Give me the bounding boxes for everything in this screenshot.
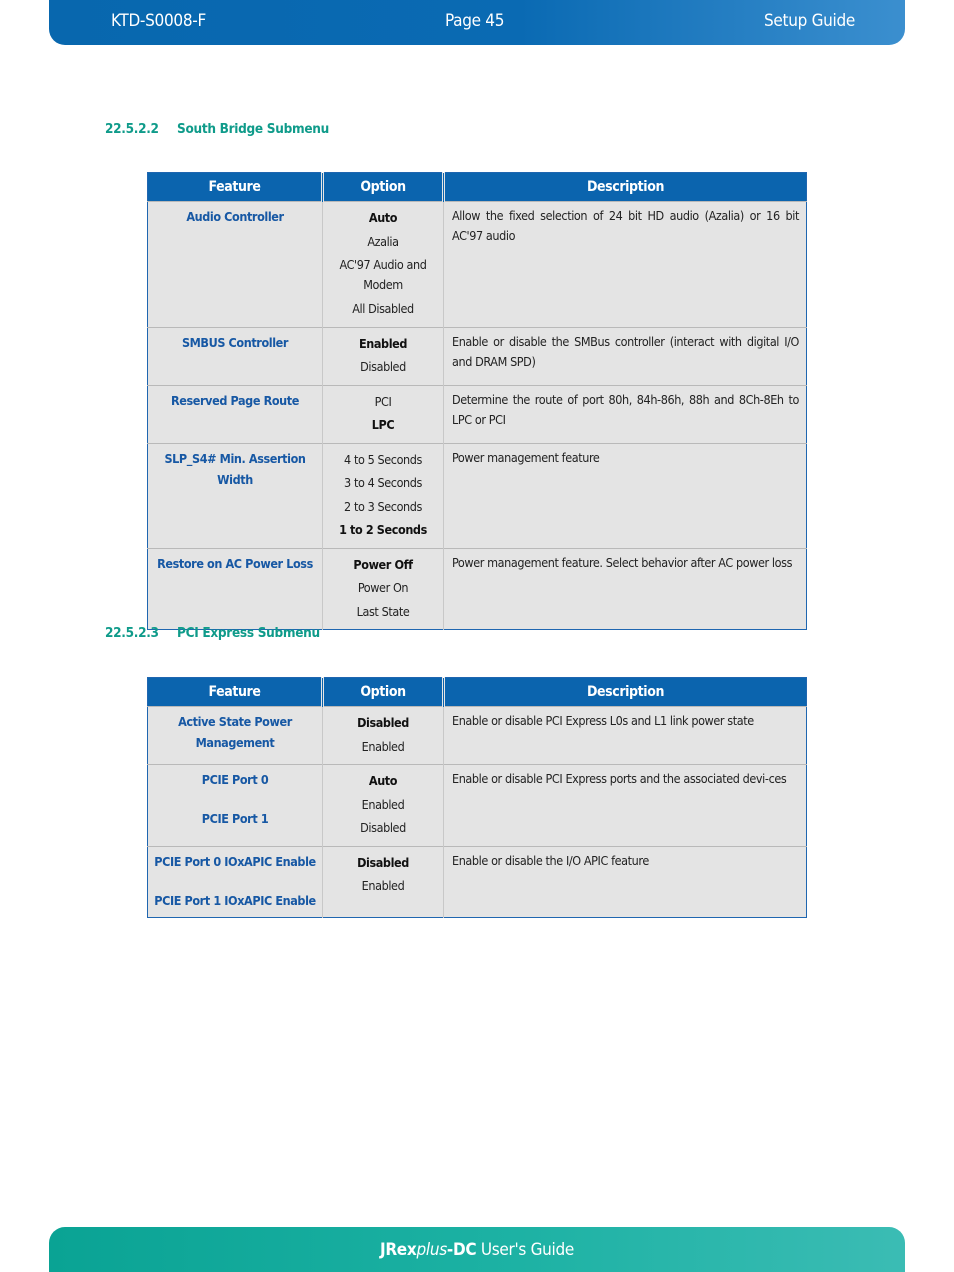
- feature-name: PCIE Port 1: [201, 811, 269, 826]
- option-default: Power Off: [353, 556, 413, 572]
- option-value: 4 to 5 Seconds: [344, 451, 422, 467]
- option-value: Last State: [356, 603, 410, 619]
- section-title: PCI Express Submenu: [177, 625, 320, 641]
- option-default: Disabled: [357, 715, 409, 730]
- description-cell: Enable or disable PCI Express L0s and L1…: [443, 706, 807, 765]
- feature-name: Active State Power Management: [178, 714, 292, 750]
- feature-name: Restore on AC Power Loss: [157, 555, 313, 571]
- option-cell: Enabled Disabled: [322, 326, 444, 385]
- section-heading: 22.5.2.3 PCI Express Submenu: [105, 625, 320, 641]
- feature-name: PCIE Port 0 IOxAPIC Enable: [154, 853, 316, 869]
- table-row: Reserved Page Route PCI LPC Determine the r…: [147, 384, 807, 443]
- description-cell: Enable or disable PCI Express ports and …: [443, 764, 807, 846]
- table-header-row: Feature Option Description: [147, 677, 807, 707]
- section-heading: 22.5.2.2 South Bridge Submenu: [105, 121, 329, 137]
- feature-cell: Reserved Page Route: [147, 384, 323, 443]
- feature-name: Audio Controller: [186, 209, 284, 224]
- feature-name: Reserved Page Route: [171, 392, 299, 408]
- table-row: Restore on AC Power Loss Power Off Power O…: [147, 547, 807, 630]
- option-default: LPC: [371, 417, 395, 432]
- table-row: Audio Controller Auto Azalia AC'97 Audio an…: [147, 201, 807, 327]
- option-value: 3 to 4 Seconds: [344, 475, 422, 490]
- option-cell: Disabled Enabled: [322, 706, 444, 765]
- option-cell: Auto Azalia AC'97 Audio and Modem All Disab…: [322, 201, 444, 327]
- footer-title: JRexplus-DC User's Guide: [379, 1240, 575, 1260]
- feature-cell: PCIE Port 0 PCIE Port 1: [147, 764, 323, 846]
- option-value: Enabled: [361, 796, 405, 812]
- table-row: SMBUS Controller Enabled Disabled Enable or…: [147, 326, 807, 385]
- description-cell: Enable or disable the I/O APIC feature: [443, 845, 807, 917]
- feature-cell: SLP_S4# Min. Assertion Width: [147, 442, 323, 548]
- option-value: Enabled: [361, 738, 405, 754]
- option-default: Auto: [368, 210, 398, 225]
- feature-cell: Active State Power Management: [147, 706, 323, 765]
- option-value: AC'97 Audio and Modem: [339, 257, 427, 292]
- option-value: Enabled: [361, 878, 405, 893]
- option-value: Azalia: [367, 233, 399, 249]
- table-row: PCIE Port 0 IOxAPIC Enable PCIE Port 1 IO…: [147, 845, 807, 917]
- feature-name: SMBUS Controller: [181, 334, 289, 350]
- feature-name: SLP_S4# Min. Assertion Width: [164, 450, 306, 487]
- page-number: Page 45: [445, 11, 505, 31]
- feature-cell: Restore on AC Power Loss: [147, 547, 323, 630]
- header-section: Setup Guide: [763, 11, 855, 31]
- option-default: 1 to 2 Seconds: [339, 522, 427, 537]
- section-number: 22.5.2.2: [105, 121, 159, 137]
- table-row: PCIE Port 0 PCIE Port 1 Auto Enabled Disable…: [147, 764, 807, 846]
- option-value: 2 to 3 Seconds: [344, 498, 422, 514]
- description-cell: Allow the fixed selection of 24 bit HD a…: [443, 201, 807, 327]
- page-header: KTD-S0008-F Page 45 Setup Guide: [49, 0, 905, 45]
- description-cell: Enable or disable the SMBus controller (…: [443, 326, 807, 385]
- table-row: Active State Power Management Disabled Ena…: [147, 706, 807, 765]
- column-header: Option: [322, 677, 445, 707]
- column-header: Description: [443, 677, 807, 707]
- option-value: PCI: [374, 393, 392, 409]
- option-cell: Power Off Power On Last State: [322, 547, 444, 630]
- option-value: Power On: [357, 580, 409, 595]
- option-default: Auto: [368, 773, 398, 788]
- description-cell: Determine the route of port 80h, 84h-86h…: [443, 384, 807, 443]
- description-cell: Power management feature: [443, 442, 807, 548]
- option-value: Disabled: [360, 359, 406, 374]
- feature-cell: Audio Controller: [147, 201, 323, 327]
- option-cell: 4 to 5 Seconds 3 to 4 Seconds 2 to 3 Secon…: [322, 442, 444, 548]
- settings-table: Feature Option Description Audio Controller…: [147, 172, 807, 630]
- section-number: 22.5.2.3: [105, 625, 159, 641]
- option-default: Disabled: [357, 854, 409, 870]
- option-value: Disabled: [360, 820, 406, 835]
- option-cell: Auto Enabled Disabled: [322, 764, 444, 846]
- feature-name: PCIE Port 1 IOxAPIC Enable: [154, 892, 316, 908]
- feature-cell: SMBUS Controller: [147, 326, 323, 385]
- settings-table: Feature Option Description Active State Pow…: [147, 677, 807, 918]
- page-footer: JRexplus-DC User's Guide: [49, 1227, 905, 1272]
- table-row: SLP_S4# Min. Assertion Width 4 to 5 Secon…: [147, 442, 807, 548]
- feature-cell: PCIE Port 0 IOxAPIC Enable PCIE Port 1 IO…: [147, 845, 323, 917]
- option-value: All Disabled: [352, 301, 414, 316]
- doc-id: KTD-S0008-F: [111, 11, 206, 31]
- feature-name: PCIE Port 0: [201, 772, 269, 787]
- option-cell: PCI LPC: [322, 384, 444, 443]
- description-cell: Power management feature. Select behavio…: [443, 547, 807, 630]
- column-header: Feature: [147, 172, 324, 202]
- option-cell: Disabled Enabled: [322, 845, 444, 917]
- section-title: South Bridge Submenu: [177, 121, 329, 137]
- column-header: Feature: [147, 677, 324, 707]
- option-default: Enabled: [358, 335, 408, 351]
- column-header: Description: [443, 172, 807, 202]
- table-header-row: Feature Option Description: [147, 172, 807, 202]
- column-header: Option: [322, 172, 445, 202]
